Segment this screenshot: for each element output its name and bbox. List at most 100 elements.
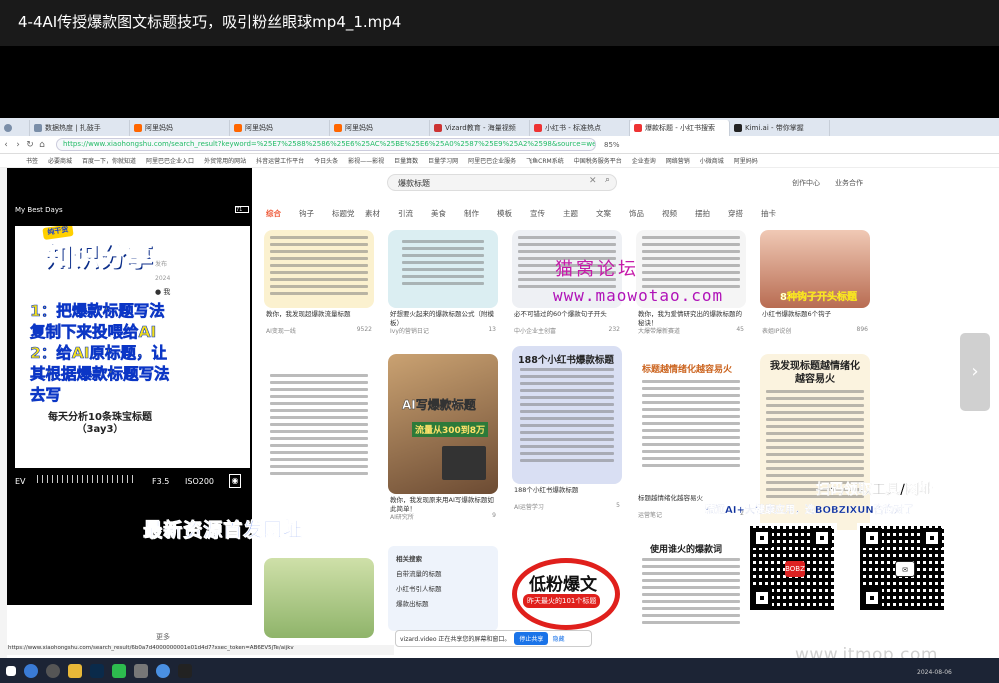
tab-category[interactable]: 综合 [266,208,299,219]
related-item[interactable]: 爆款出标题 [396,597,490,612]
browser-tab[interactable]: Vizard教育 - 海量视频 [430,120,530,136]
ev-slider[interactable] [37,475,137,483]
avatar: ● [155,288,162,296]
bookmark[interactable]: 巨量算数 [394,156,418,165]
browser-icon[interactable] [24,663,38,678]
tab-category[interactable]: 视频 [662,208,695,219]
site-icon [134,124,142,132]
bookmark[interactable]: 小微商城 [700,156,724,165]
tab-category[interactable]: 钩子 [299,208,332,219]
note-card[interactable]: 好想要火起来的爆款标题公式（附模板） Ivy的营销日记 13 [388,230,498,358]
note-card[interactable]: 低粉爆文 昨天最火的101个标题 [512,536,622,640]
note-caption: 教你，我发现超爆款流量标题 [266,310,351,318]
bookmark[interactable]: 书签 [26,156,38,165]
bookmark[interactable]: 外贸常用的网站 [204,156,246,165]
browser-tab[interactable]: 阿里妈妈 [230,120,330,136]
note-author: 大爆带爆新赛道 [638,328,681,335]
portrait-icon[interactable]: ◉ [229,474,241,488]
bookmark[interactable]: 阿里巴巴企业服务 [468,156,516,165]
related-item[interactable]: 自带流量的标题 [396,567,490,582]
tab-category[interactable]: 制作 [464,208,497,219]
search-icon[interactable] [46,663,60,678]
bookmark[interactable]: 今日头条 [314,156,338,165]
screen-share-bar: vizard.video 正在共享您的屏幕和窗口。 停止共享 隐藏 [395,630,592,647]
video-title-bar: 4-4AI传授爆款图文标题技巧，吸引粉丝眼球mp4_1.mp4 [0,0,999,46]
bookmark[interactable]: 百度一下，你就知道 [82,156,136,165]
creator-center-link[interactable]: 创作中心 [792,178,820,188]
xiaohongshu-icon [634,124,642,132]
note-cover [388,230,498,308]
forward-icon[interactable]: › [12,140,24,150]
search-input[interactable]: 爆款标题 [387,174,617,191]
capcut-icon[interactable] [178,663,192,678]
bookmark[interactable]: 必要商城 [48,156,72,165]
tab-category[interactable]: 美食 [431,208,464,219]
business-link[interactable]: 业务合作 [835,178,863,188]
note-card[interactable]: AI写爆款标题 流量从300到8万 教你，我发现原来用AI写爆款标题如此简单！ … [388,354,498,532]
related-item[interactable]: 小红书引人标题 [396,582,490,597]
search-icon[interactable]: ⌕ [605,175,610,185]
more-link[interactable]: 更多 [156,632,170,642]
back-icon[interactable]: ‹ [0,140,12,150]
hide-button[interactable]: 隐藏 [552,634,564,643]
bookmark[interactable]: 企业查询 [632,156,656,165]
note-caption: 小红书爆款标题6个钩子 [762,310,832,318]
clear-icon[interactable]: ✕ [589,176,597,186]
browser-tab[interactable]: 阿里妈妈 [130,120,230,136]
tab-category[interactable]: 文案 [596,208,629,219]
tab-category[interactable]: 模板 [497,208,530,219]
cover-title: 188个小红书爆款标题 [518,355,614,366]
folder-icon[interactable] [68,663,82,678]
browser-tab[interactable] [0,120,30,136]
note-card[interactable]: 教你，我发现超爆款流量标题 AI变现一线 9522 [264,230,374,358]
tab-category[interactable]: 宣传 [530,208,563,219]
camera-ev: EV [15,477,26,486]
qr-code-left[interactable]: BOBZ [747,523,837,613]
tab-category[interactable]: 素材 [365,208,398,219]
browser-tab[interactable]: 数据热度 | 扎鼓手 [30,120,130,136]
bookmark[interactable]: 飞鱼CRM系统 [526,156,564,165]
forum-url-watermark: www.maowotao.com [553,286,724,305]
bookmark[interactable]: 巨量学习网 [428,156,458,165]
tab-category[interactable]: 抽卡 [761,208,794,219]
reload-icon[interactable]: ↻ [24,140,36,150]
note-card[interactable]: 188个小红书爆款标题 188个小红书爆款标题 AI运营学习 5 [512,346,622,522]
share-text: vizard.video 正在共享您的屏幕和窗口。 [400,636,511,643]
tab-category[interactable]: 摆拍 [695,208,728,219]
zoom-level[interactable]: 85% [604,141,620,149]
tab-category[interactable]: 引流 [398,208,431,219]
note-likes: 13 [488,326,496,333]
qr-code-right[interactable]: ✉ [857,523,947,613]
browser-tab-bar: 数据热度 | 扎鼓手 阿里妈妈 阿里妈妈 阿里妈妈 Vizard教育 - 海量视… [0,118,999,136]
start-icon[interactable] [6,665,16,676]
photoshop-icon[interactable] [90,663,104,678]
tab-category[interactable]: 穿搭 [728,208,761,219]
bookmark[interactable]: 网络营销 [666,156,690,165]
home-icon[interactable]: ⌂ [36,140,48,150]
wechat-icon[interactable] [112,663,126,678]
bookmark[interactable]: 中国税务服务平台 [574,156,622,165]
stop-sharing-button[interactable]: 停止共享 [514,632,549,645]
note-card[interactable] [264,558,374,638]
tab-category[interactable]: 饰品 [629,208,662,219]
note-cover: 188个小红书爆款标题 [512,346,622,484]
bookmark[interactable]: 影视——影视 [348,156,384,165]
bookmark[interactable]: 抖音运营工作平台 [256,156,304,165]
note-card[interactable]: 8种钩子开头标题 小红书爆款标题6个钩子 表姐IP说创 896 [760,230,870,358]
next-arrow-icon[interactable]: › [960,333,990,411]
app-icon[interactable] [134,663,148,678]
browser-tab[interactable]: 阿里妈妈 [330,120,430,136]
tab-category[interactable]: 主题 [563,208,596,219]
url-field[interactable]: https://www.xiaohongshu.com/search_resul… [56,138,596,151]
site-icon [234,124,242,132]
note-card[interactable]: 使用谁火的爆款词 [636,536,746,640]
bookmark[interactable]: 阿里巴巴企业入口 [146,156,194,165]
note-likes: 9 [492,512,496,519]
tab-category[interactable]: 标题党 [332,208,365,219]
browser-tab[interactable]: Kimi.ai - 带你掌握 [730,120,830,136]
browser-tab[interactable]: 小红书 - 标准热点 [530,120,630,136]
chrome-icon[interactable] [156,663,170,678]
note-caption: 教你，我为爱情研究出的爆款标题的秘诀！ [638,310,742,326]
browser-tab-active[interactable]: 爆款标题 - 小红书搜索 [630,120,730,136]
bookmark[interactable]: 阿里妈妈 [734,156,758,165]
